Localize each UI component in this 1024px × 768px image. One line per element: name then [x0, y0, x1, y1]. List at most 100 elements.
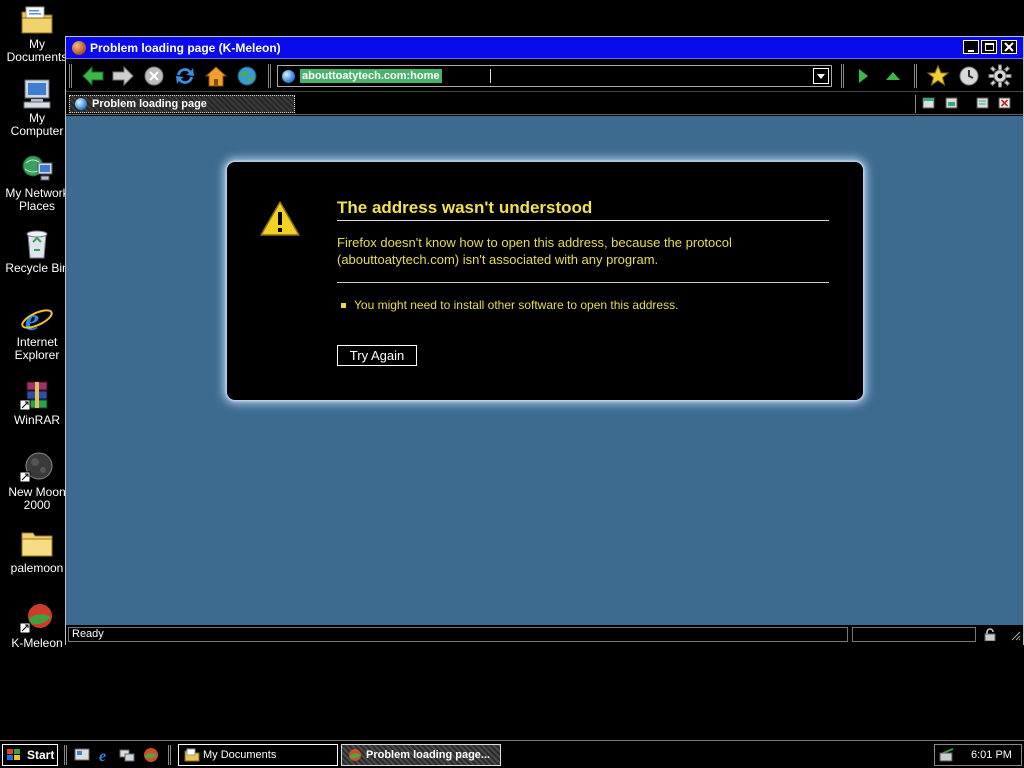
desktop-icon-my-computer[interactable]: My Computer [1, 78, 73, 138]
bookmarks-star-icon [926, 64, 950, 87]
up-icon [886, 72, 900, 80]
toolbar-separator [841, 64, 844, 88]
page-content: The address wasn't understood Firefox do… [66, 116, 1023, 625]
go-icon [859, 69, 868, 83]
network-places-icon [20, 153, 54, 185]
address-dropdown-button[interactable] [813, 68, 829, 84]
close-tab-button[interactable] [998, 97, 1011, 109]
go-globe-icon [237, 66, 257, 86]
home-icon [204, 66, 228, 87]
back-button[interactable] [80, 64, 106, 88]
k-meleon-icon [144, 748, 158, 762]
task-my-documents[interactable]: My Documents [178, 744, 338, 766]
new-window-icon [922, 97, 935, 109]
error-title: The address wasn't understood [337, 198, 829, 221]
new-tab-icon [945, 97, 958, 109]
clock[interactable]: 6:01 PM [971, 749, 1012, 761]
error-hint: You might need to install other software… [337, 298, 678, 312]
folder-icon [20, 528, 54, 560]
minimize-icon [968, 50, 974, 52]
up-button[interactable] [880, 64, 906, 88]
toolbar-grip [69, 64, 72, 88]
taskbar-separator [64, 745, 67, 765]
desktop-icon-label: WinRAR [13, 413, 60, 427]
taskbar: Start e My Documents Problem loading pag… [0, 740, 1024, 768]
bullet-icon [341, 302, 346, 308]
maximize-button[interactable] [981, 40, 997, 54]
new-window-button[interactable] [922, 97, 935, 109]
desktop-icon-label: palemoon [10, 561, 64, 575]
desktop-icon-my-network-places[interactable]: My Network Places [1, 153, 73, 213]
forward-button[interactable] [110, 64, 136, 88]
new-tab-button[interactable] [945, 97, 958, 109]
desktop-icon-my-documents[interactable]: My Documents [1, 4, 73, 64]
network-connection-icon[interactable] [939, 748, 957, 762]
k-meleon-icon [349, 749, 361, 761]
address-input[interactable]: abouttoatytech.com:home [300, 69, 442, 83]
tab-list-icon [976, 97, 989, 109]
tab-problem-loading-page[interactable]: Problem loading page [69, 95, 295, 113]
error-description: Firefox doesn't know how to open this ad… [337, 235, 732, 267]
desktop-icon-winrar[interactable]: WinRAR [1, 380, 73, 427]
desktop-icon-k-meleon[interactable]: K-Meleon [1, 603, 73, 650]
window-title: Problem loading page (K-Meleon) [90, 41, 281, 55]
desktop-icon-recycle-bin[interactable]: Recycle Bin [1, 228, 73, 275]
start-button[interactable]: Start [2, 744, 58, 766]
home-button[interactable] [203, 64, 229, 88]
computer-icon [20, 78, 54, 110]
quicklaunch-show-desktop[interactable] [74, 747, 90, 763]
recycle-bin-icon [20, 228, 54, 260]
settings-gear-icon [988, 64, 1012, 88]
reload-icon [176, 68, 194, 84]
stop-button[interactable] [141, 64, 167, 88]
error-panel: The address wasn't understood Firefox do… [227, 162, 863, 400]
folder-documents-icon [20, 4, 54, 36]
desktop-icon-new-moon[interactable]: New Moon 2000 [1, 452, 73, 512]
chevron-down-icon [817, 74, 825, 79]
winrar-icon [19, 380, 54, 412]
k-meleon-app-icon[interactable] [72, 41, 86, 55]
bookmarks-button[interactable] [925, 64, 951, 88]
title-bar[interactable]: Problem loading page (K-Meleon) [66, 37, 1023, 59]
new-moon-icon [19, 452, 54, 484]
internet-explorer-icon: e [99, 748, 106, 765]
go-globe-button[interactable] [234, 64, 260, 88]
desktop-icon-label: 2000 [23, 498, 51, 512]
forward-icon [112, 65, 134, 87]
tab-list-button[interactable] [976, 97, 989, 109]
quicklaunch-k-meleon[interactable] [143, 747, 159, 763]
try-again-button[interactable]: Try Again [337, 345, 417, 366]
tab-bar: Problem loading page [66, 93, 1023, 115]
taskbar-separator [168, 745, 171, 765]
close-button[interactable] [1001, 40, 1017, 54]
navigation-toolbar: abouttoatytech.com:home [66, 60, 1023, 92]
address-bar[interactable]: abouttoatytech.com:home [277, 65, 832, 87]
network-computers-icon [119, 749, 135, 762]
resize-grip-icon[interactable] [1009, 629, 1021, 641]
history-button[interactable] [956, 64, 982, 88]
go-button[interactable] [850, 64, 876, 88]
desktop-icon-label: Recycle Bin [5, 261, 69, 275]
desktop-icon-label: Documents [6, 50, 68, 64]
start-label: Start [27, 748, 55, 762]
quicklaunch-network[interactable] [119, 747, 135, 763]
minimize-button[interactable] [963, 40, 979, 54]
settings-button[interactable] [987, 64, 1013, 88]
site-globe-icon [282, 70, 295, 83]
reload-button[interactable] [172, 64, 198, 88]
quicklaunch-internet-explorer[interactable]: e [97, 747, 113, 765]
status-bar: Ready [66, 625, 1023, 645]
security-lock-icon[interactable] [983, 628, 997, 642]
toolbar-separator [268, 64, 271, 88]
desktop-icon-internet-explorer[interactable]: e Internet Explorer [1, 301, 73, 362]
desktop-icon-palemoon[interactable]: palemoon [1, 528, 73, 575]
toolbar-separator [914, 64, 917, 88]
task-label: Problem loading page... [366, 749, 491, 761]
desktop-icon-label: Places [18, 199, 56, 213]
task-label: My Documents [203, 749, 277, 761]
stop-icon [144, 66, 164, 86]
task-problem-loading-page[interactable]: Problem loading page... [341, 744, 501, 766]
windows-flag-icon [7, 749, 20, 760]
back-icon [82, 65, 104, 87]
show-desktop-icon [74, 748, 90, 761]
